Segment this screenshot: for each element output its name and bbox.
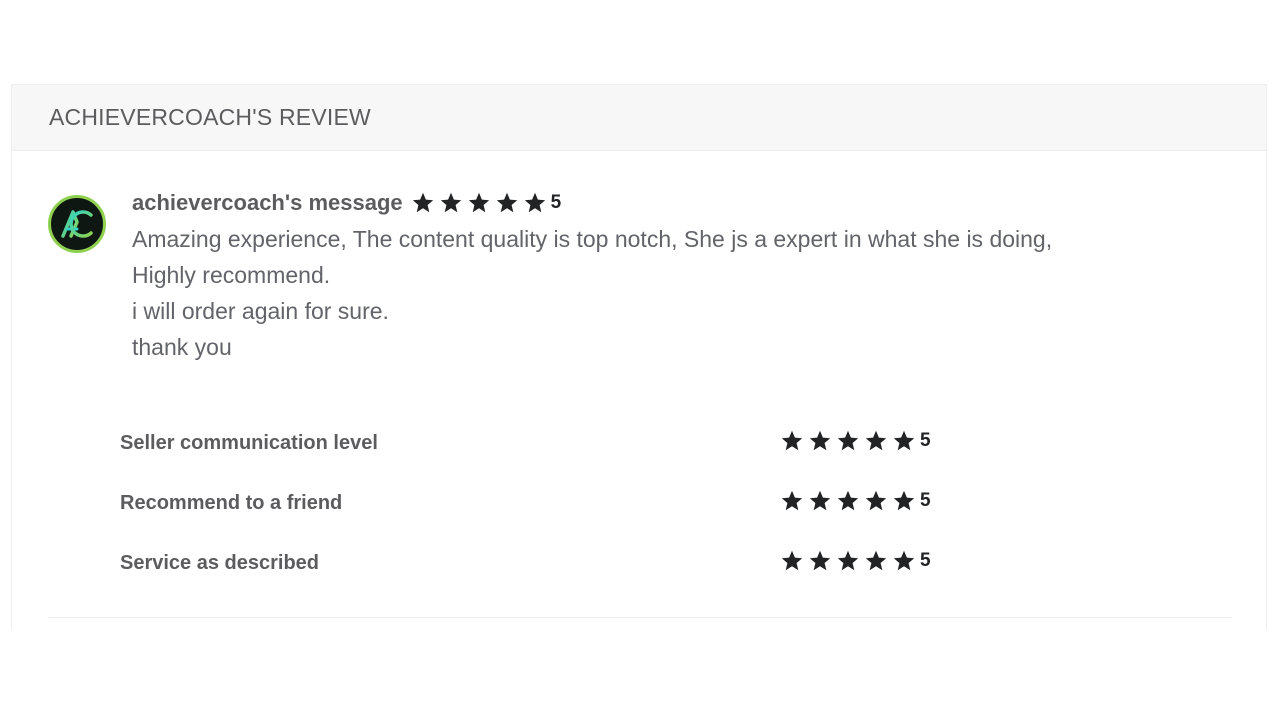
star-icon	[411, 191, 435, 215]
rating-value: 5	[920, 550, 931, 571]
star-icon	[808, 429, 832, 453]
star-icon	[780, 429, 804, 453]
message-author: achievercoach's message	[132, 190, 403, 215]
star-icon	[836, 429, 860, 453]
star-icon	[864, 429, 888, 453]
star-icon	[892, 429, 916, 453]
star-icon	[495, 191, 519, 215]
star-icon	[836, 489, 860, 513]
review-message: achievercoach's message 5 Amazing experi…	[132, 185, 1232, 365]
rating-row-recommend: Recommend to a friend 5	[120, 473, 1020, 533]
rating-row-service: Service as described 5	[120, 533, 1020, 593]
star-icon	[892, 489, 916, 513]
achievercoach-logo-icon	[61, 210, 93, 238]
rating-breakdown: Seller communication level 5 Recommend t…	[120, 413, 1020, 593]
star-icon	[467, 191, 491, 215]
overall-rating-stars	[411, 191, 551, 215]
message-body: Amazing experience, The content quality …	[132, 221, 1232, 365]
message-line: Highly recommend.	[132, 262, 331, 288]
message-line: thank you	[132, 334, 232, 360]
rating-label: Service as described	[120, 551, 320, 574]
rating-label: Seller communication level	[120, 431, 378, 454]
avatar[interactable]	[48, 195, 106, 253]
star-icon	[523, 191, 547, 215]
rating-stars: 5	[780, 549, 931, 573]
star-icon	[892, 549, 916, 573]
star-icon	[808, 489, 832, 513]
divider	[48, 617, 1232, 618]
star-group	[780, 549, 920, 573]
star-icon	[780, 489, 804, 513]
overall-rating-value: 5	[550, 192, 562, 213]
review-title: ACHIEVERCOACH'S REVIEW	[49, 104, 371, 130]
star-icon	[808, 549, 832, 573]
review-card: ACHIEVERCOACH'S REVIEW achievercoach's m…	[11, 84, 1267, 630]
rating-stars: 5	[780, 429, 931, 453]
star-icon	[864, 549, 888, 573]
rating-label: Recommend to a friend	[120, 491, 343, 514]
review-header: ACHIEVERCOACH'S REVIEW	[12, 85, 1266, 151]
star-group	[780, 429, 920, 453]
star-icon	[836, 549, 860, 573]
message-line: i will order again for sure.	[132, 298, 389, 324]
rating-row-communication: Seller communication level 5	[120, 413, 1020, 473]
star-group	[780, 489, 920, 513]
rating-value: 5	[920, 430, 931, 451]
star-icon	[864, 489, 888, 513]
rating-stars: 5	[780, 489, 931, 513]
message-line: Amazing experience, The content quality …	[132, 226, 1053, 252]
star-icon	[780, 549, 804, 573]
message-header: achievercoach's message 5	[132, 185, 1232, 221]
rating-value: 5	[920, 490, 931, 511]
star-icon	[439, 191, 463, 215]
